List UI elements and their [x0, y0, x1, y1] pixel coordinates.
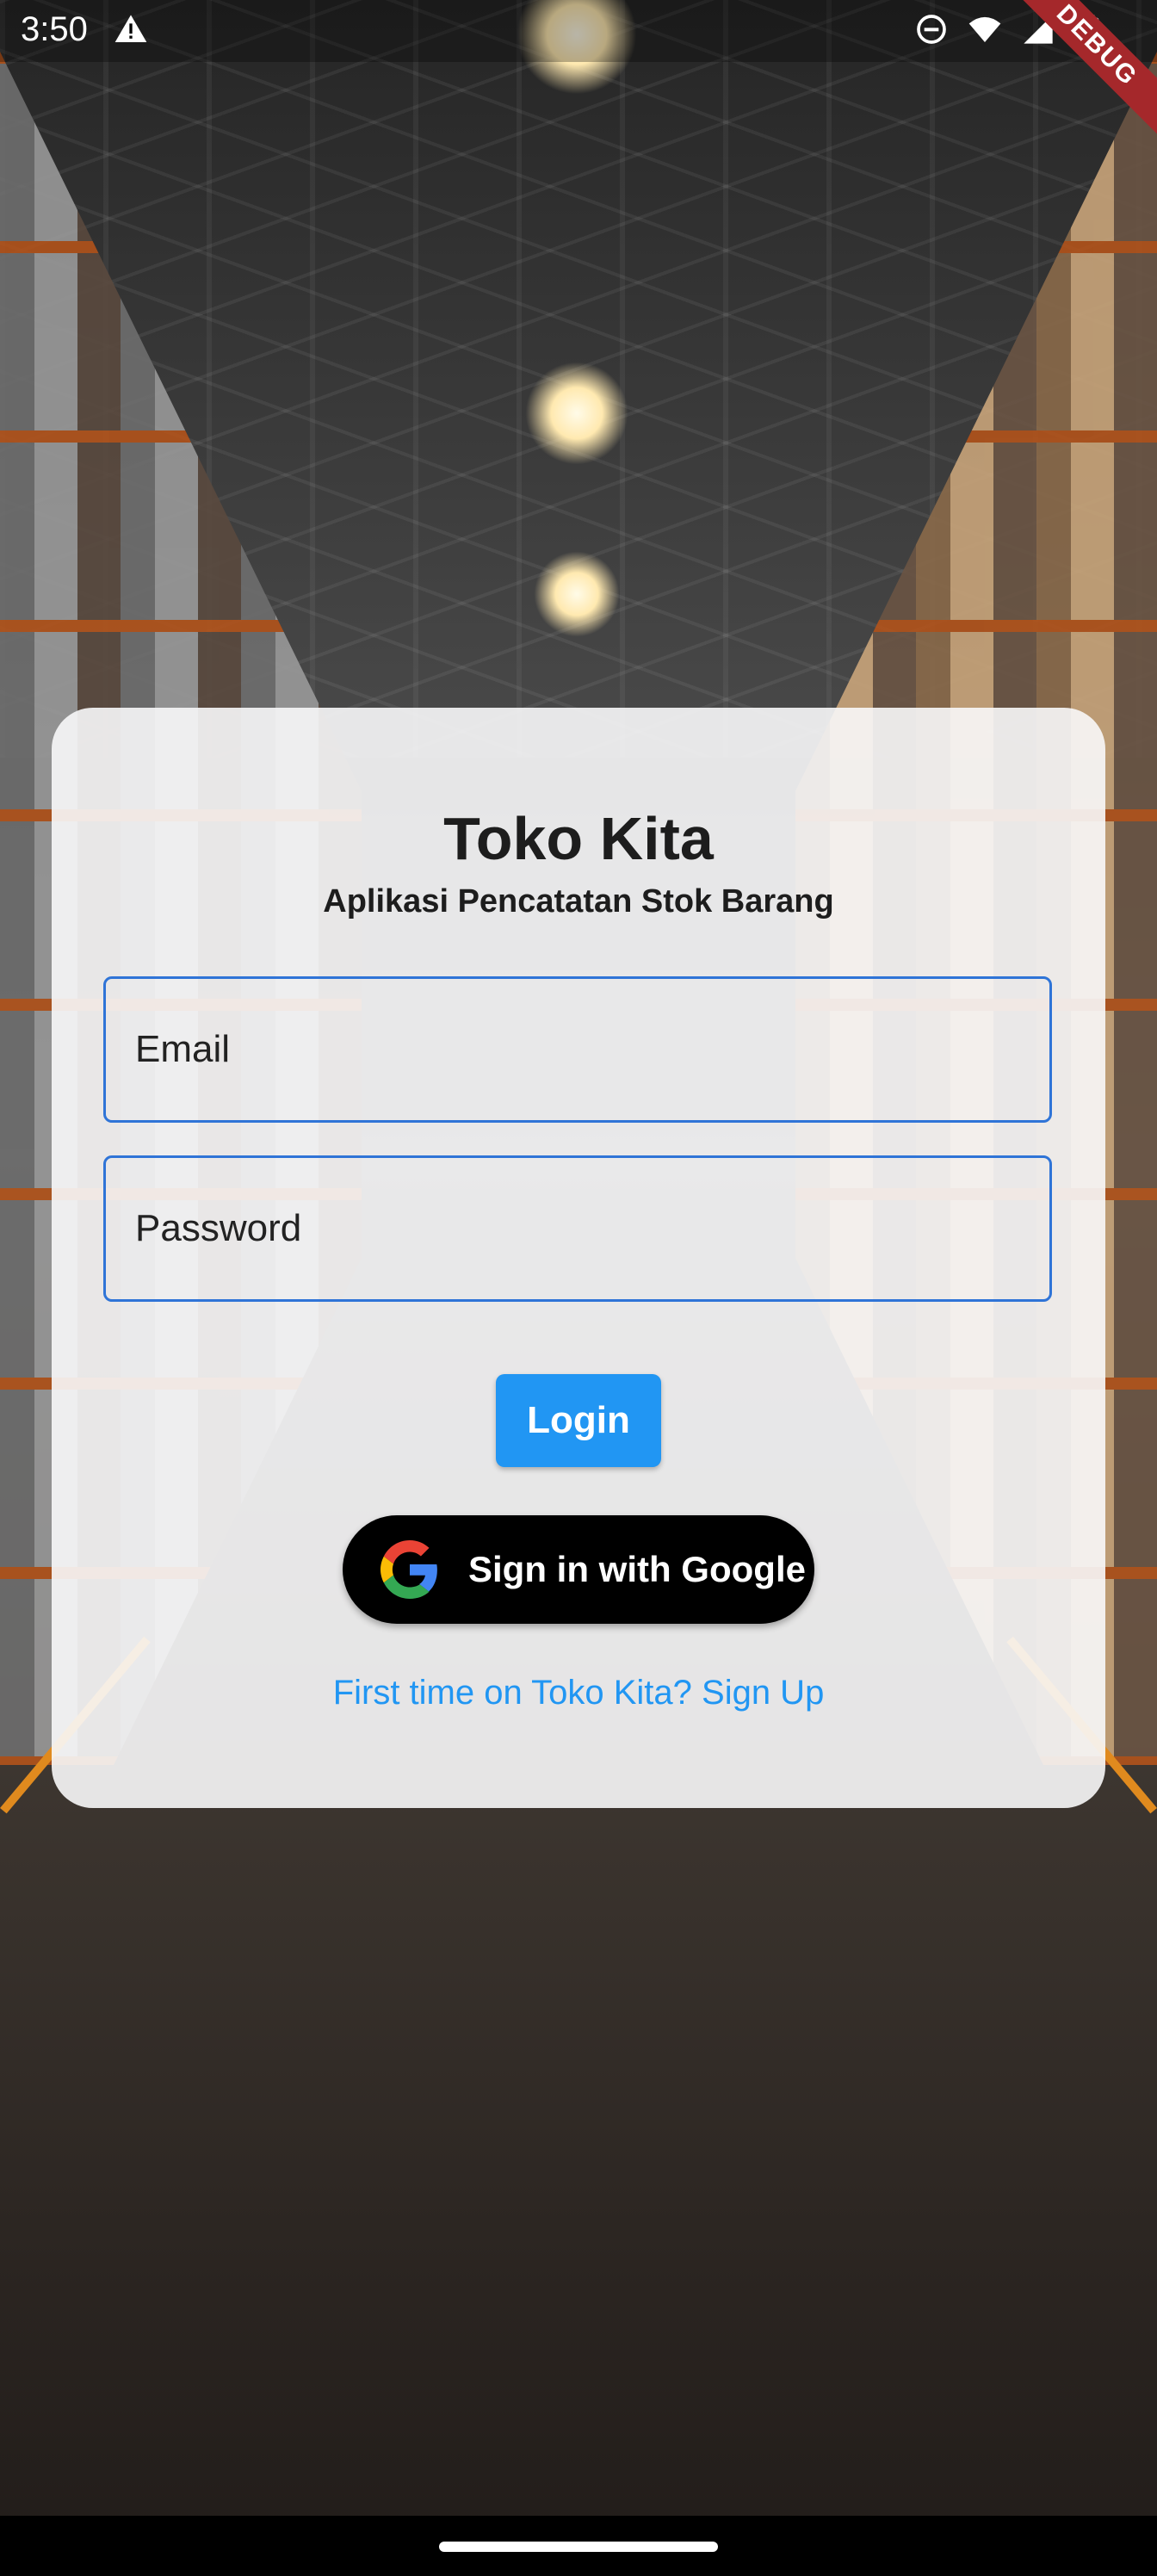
- sign-up-link[interactable]: First time on Toko Kita? Sign Up: [52, 1674, 1105, 1712]
- alert-icon: [114, 12, 148, 55]
- app-title: Toko Kita: [443, 805, 714, 872]
- home-gesture-handle[interactable]: [439, 2542, 718, 2552]
- login-card: Toko Kita Aplikasi Pencatatan Stok Baran…: [52, 708, 1105, 1808]
- wifi-icon: [968, 12, 1002, 46]
- warehouse-floor: [0, 1765, 1157, 2540]
- app-subtitle: Aplikasi Pencatatan Stok Barang: [323, 883, 834, 920]
- google-icon: [381, 1540, 439, 1599]
- status-time: 3:50: [21, 10, 88, 48]
- ceiling-light: [525, 362, 628, 465]
- google-sign-in-label: Sign in with Google: [468, 1549, 806, 1589]
- status-bar: 3:50 DEBUG: [0, 0, 1157, 139]
- do-not-disturb-icon: [914, 12, 949, 46]
- google-sign-in-button[interactable]: Sign in with Google: [343, 1515, 814, 1624]
- email-field[interactable]: [103, 976, 1052, 1123]
- password-field[interactable]: [103, 1155, 1052, 1302]
- login-button[interactable]: Login: [496, 1374, 661, 1467]
- email-input[interactable]: [106, 979, 1049, 1120]
- password-input[interactable]: [106, 1158, 1049, 1299]
- ceiling-light: [534, 551, 620, 637]
